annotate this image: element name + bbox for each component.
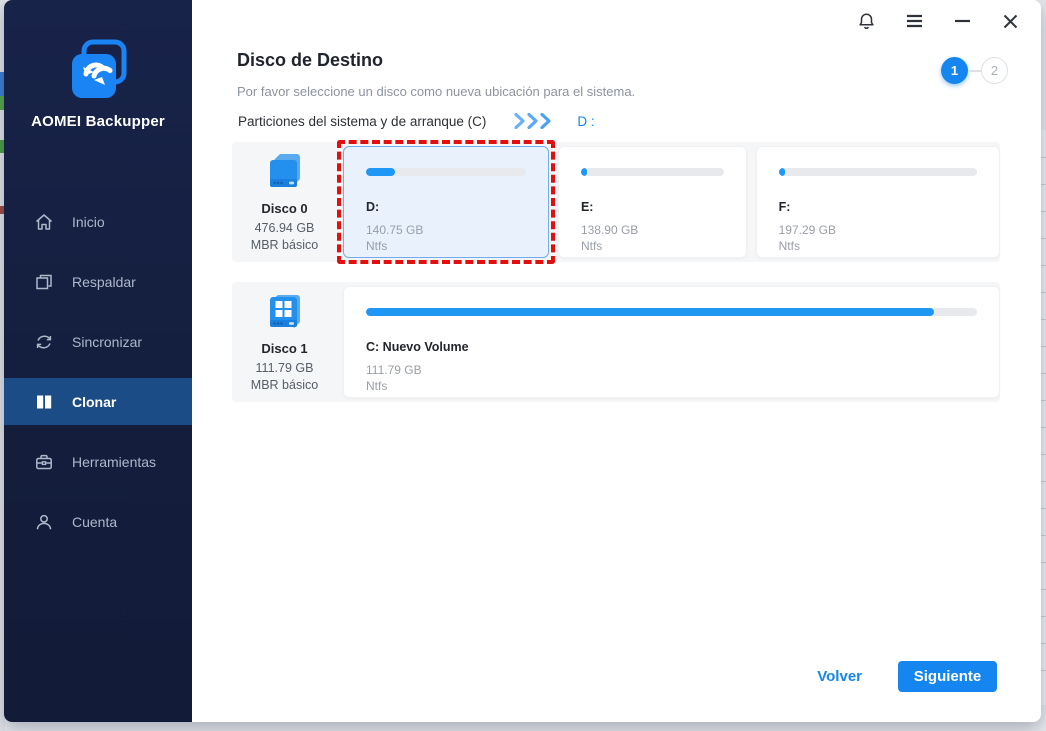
disk-0-info: Disco 0 476.94 GB MBR básico (232, 151, 337, 254)
partition-label: C: Nuevo Volume (366, 340, 469, 354)
close-icon[interactable] (995, 6, 1025, 36)
partition-filesystem: Ntfs (366, 239, 388, 253)
step-1: 1 (941, 57, 968, 84)
clone-selection-summary: Particiones del sistema y de arranque (C… (238, 113, 595, 129)
app-window: AOMEI Backupper Inicio Respaldar Sincron… (4, 0, 1041, 722)
usage-bar (366, 308, 977, 316)
partition-card-c[interactable]: C: Nuevo Volume 111.79 GB Ntfs (343, 286, 1000, 398)
hard-drive-icon (266, 151, 304, 195)
target-partition-label: D : (577, 113, 595, 129)
partition-filesystem: Ntfs (778, 239, 800, 253)
disk-row-0: Disco 0 476.94 GB MBR básico D: 140.75 G… (232, 140, 1000, 264)
usage-bar (366, 168, 526, 176)
toolbox-icon (34, 452, 54, 472)
partition-size: 140.75 GB (366, 223, 424, 237)
user-icon (34, 512, 54, 532)
aomei-logo-icon (62, 34, 134, 106)
page-subtitle: Por favor seleccione un disco como nueva… (237, 84, 636, 99)
partition-filesystem: Ntfs (580, 239, 603, 253)
partition-label: D: (366, 200, 380, 214)
home-icon (34, 212, 54, 232)
source-partition-label: Particiones del sistema y de arranque (C… (238, 113, 487, 129)
system-disk-icon (266, 291, 304, 335)
disk-type: MBR básico (250, 377, 319, 392)
partition-size: 111.79 GB (366, 363, 422, 377)
menu-icon[interactable] (899, 6, 929, 36)
usage-bar (778, 168, 977, 176)
next-button[interactable]: Siguiente (898, 661, 997, 692)
disk-name: Disco 0 (261, 200, 308, 216)
sidebar-item-respaldar[interactable]: Respaldar (4, 258, 192, 305)
step-connector (968, 69, 981, 72)
sidebar-item-herramientas[interactable]: Herramientas (4, 438, 192, 485)
page-title: Disco de Destino (237, 50, 384, 70)
sidebar-item-label: Herramientas (72, 453, 157, 470)
back-button[interactable]: Volver (817, 668, 862, 685)
disk-1-partitions: C: Nuevo Volume 111.79 GB Ntfs (343, 286, 1000, 398)
sidebar-nav: Inicio Respaldar Sincronizar Clonar Herr… (4, 198, 192, 558)
sidebar-item-inicio[interactable]: Inicio (4, 198, 192, 245)
partition-size: 197.29 GB (778, 223, 836, 237)
step-indicator: 1 2 (941, 57, 1008, 84)
sidebar-item-label: Sincronizar (72, 333, 143, 350)
sidebar-item-label: Respaldar (72, 273, 136, 290)
sidebar-item-clonar[interactable]: Clonar (4, 378, 192, 425)
disk-size: 111.79 GB (255, 360, 314, 375)
partition-card-d[interactable]: D: 140.75 GB Ntfs (337, 140, 555, 264)
sidebar-item-label: Clonar (72, 393, 117, 410)
partition-label: F: (778, 200, 791, 214)
copy-icon (34, 272, 54, 292)
sync-icon (34, 332, 54, 352)
disk-type: MBR básico (250, 237, 319, 252)
disk-1-info: Disco 1 111.79 GB MBR básico (232, 291, 337, 394)
disk-row-1: Disco 1 111.79 GB MBR básico C: Nuevo Vo… (232, 282, 1000, 402)
sidebar-item-label: Cuenta (72, 513, 118, 530)
partition-card-e[interactable]: E: 138.90 GB Ntfs (557, 146, 747, 258)
sidebar-item-cuenta[interactable]: Cuenta (4, 498, 192, 545)
disk-0-partitions: D: 140.75 GB Ntfs E: 138.90 GB Ntfs F: 1… (337, 140, 1000, 264)
clone-icon (34, 392, 54, 412)
titlebar-controls (851, 6, 1025, 36)
partition-card-f[interactable]: F: 197.29 GB Ntfs (755, 146, 1000, 258)
step-2: 2 (981, 57, 1008, 84)
sidebar-item-label: Inicio (72, 213, 105, 230)
minimize-icon[interactable] (947, 6, 977, 36)
disk-name: Disco 1 (261, 340, 308, 356)
sidebar-item-sincronizar[interactable]: Sincronizar (4, 318, 192, 365)
partition-label: E: (580, 200, 594, 214)
main-panel: Disco de Destino Por favor seleccione un… (192, 0, 1041, 722)
usage-bar (580, 168, 724, 176)
sidebar: AOMEI Backupper Inicio Respaldar Sincron… (4, 0, 192, 722)
arrow-right-icon (514, 113, 551, 129)
partition-size: 138.90 GB (580, 223, 639, 237)
brand-name: AOMEI Backupper (31, 113, 165, 130)
disk-size: 476.94 GB (254, 220, 315, 235)
partition-filesystem: Ntfs (366, 379, 388, 393)
bell-icon[interactable] (851, 6, 881, 36)
